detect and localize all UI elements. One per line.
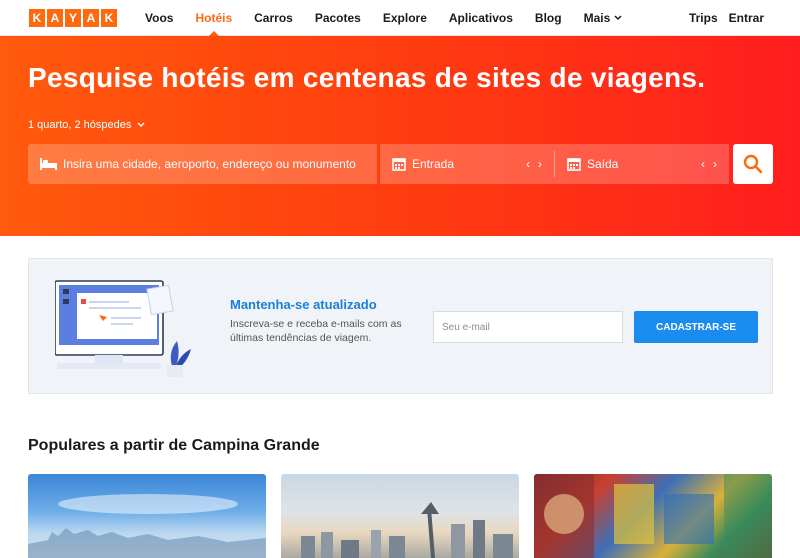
- search-icon: [743, 154, 763, 174]
- chevron-left-icon[interactable]: ‹: [701, 157, 705, 171]
- bed-icon: [40, 158, 57, 170]
- nav-label: Hotéis: [195, 11, 233, 25]
- signin-link[interactable]: Entrar: [729, 11, 764, 25]
- nav-item-mais[interactable]: Mais: [584, 0, 623, 36]
- chevron-down-icon: [137, 122, 145, 128]
- chevron-left-icon[interactable]: ‹: [526, 157, 530, 171]
- newsletter-description: Inscreva-se e receba e-mails com as últi…: [230, 318, 402, 344]
- nav-item-aplicativos[interactable]: Aplicativos: [449, 0, 513, 36]
- logo-letter: K: [101, 9, 117, 27]
- checkout-arrows: ‹ ›: [701, 144, 717, 184]
- city-skyline-image: [28, 494, 266, 558]
- main-nav: Voos Hotéis Carros Pacotes Explore Aplic…: [145, 0, 644, 36]
- destination-placeholder: Insira uma cidade, aeroporto, endereço o…: [63, 157, 356, 171]
- computer-illustration: [55, 280, 191, 377]
- hero-title: Pesquise hotéis em centenas de sites de …: [28, 62, 706, 93]
- logo-letter: A: [83, 9, 99, 27]
- checkout-field[interactable]: Saída ‹ ›: [555, 144, 729, 184]
- calendar-icon: [567, 158, 581, 171]
- destination-card[interactable]: [28, 474, 266, 558]
- nav-label: Blog: [534, 11, 562, 25]
- destination-card[interactable]: [281, 474, 519, 558]
- top-nav: K A Y A K Voos Hotéis Carros Pacotes Exp…: [0, 0, 800, 36]
- nav-label: Pacotes: [314, 11, 361, 25]
- destination-input[interactable]: Insira uma cidade, aeroporto, endereço o…: [28, 144, 377, 184]
- checkin-label: Entrada: [412, 157, 455, 171]
- hero-search: Pesquise hotéis em centenas de sites de …: [0, 36, 800, 236]
- nav-label: Voos: [145, 11, 174, 25]
- email-field[interactable]: [433, 311, 623, 343]
- popular-title: Populares a partir de Campina Grande: [28, 437, 320, 454]
- logo-letter: A: [47, 9, 63, 27]
- date-range: Entrada ‹ › Saída ‹ ›: [380, 144, 729, 184]
- newsletter-banner: Mantenha-se atualizado Inscreva-se e rec…: [28, 258, 773, 394]
- chevron-down-icon: [614, 15, 622, 21]
- trips-link[interactable]: Trips: [689, 11, 718, 25]
- destination-card[interactable]: [534, 474, 772, 558]
- nav-item-voos[interactable]: Voos: [145, 0, 173, 36]
- nav-label: Explore: [382, 11, 427, 25]
- newsletter-title: Mantenha-se atualizado: [230, 297, 377, 312]
- search-button[interactable]: [733, 144, 773, 184]
- nav-label: Mais: [583, 11, 611, 25]
- nav-item-blog[interactable]: Blog: [535, 0, 562, 36]
- guests-label: 1 quarto, 2 hóspedes: [28, 119, 132, 131]
- checkin-arrows: ‹ ›: [526, 144, 542, 184]
- guests-selector[interactable]: 1 quarto, 2 hóspedes: [28, 119, 145, 131]
- kayak-logo[interactable]: K A Y A K: [29, 9, 117, 27]
- account-links: Trips Entrar: [689, 0, 764, 36]
- nav-item-hoteis[interactable]: Hotéis: [195, 0, 232, 36]
- nav-item-pacotes[interactable]: Pacotes: [315, 0, 361, 36]
- checkin-field[interactable]: Entrada ‹ ›: [380, 144, 554, 184]
- logo-letter: Y: [65, 9, 81, 27]
- nav-label: Aplicativos: [448, 11, 513, 25]
- signup-button[interactable]: CADASTRAR-SE: [634, 311, 758, 343]
- city-bridge-image: [301, 502, 513, 558]
- chevron-right-icon[interactable]: ›: [713, 157, 717, 171]
- checkout-label: Saída: [587, 157, 619, 171]
- nav-label: Carros: [254, 11, 293, 25]
- nav-item-carros[interactable]: Carros: [254, 0, 293, 36]
- street-mural-image: [534, 474, 772, 558]
- chevron-right-icon[interactable]: ›: [538, 157, 542, 171]
- calendar-icon: [392, 158, 406, 171]
- nav-item-explore[interactable]: Explore: [383, 0, 427, 36]
- logo-letter: K: [29, 9, 45, 27]
